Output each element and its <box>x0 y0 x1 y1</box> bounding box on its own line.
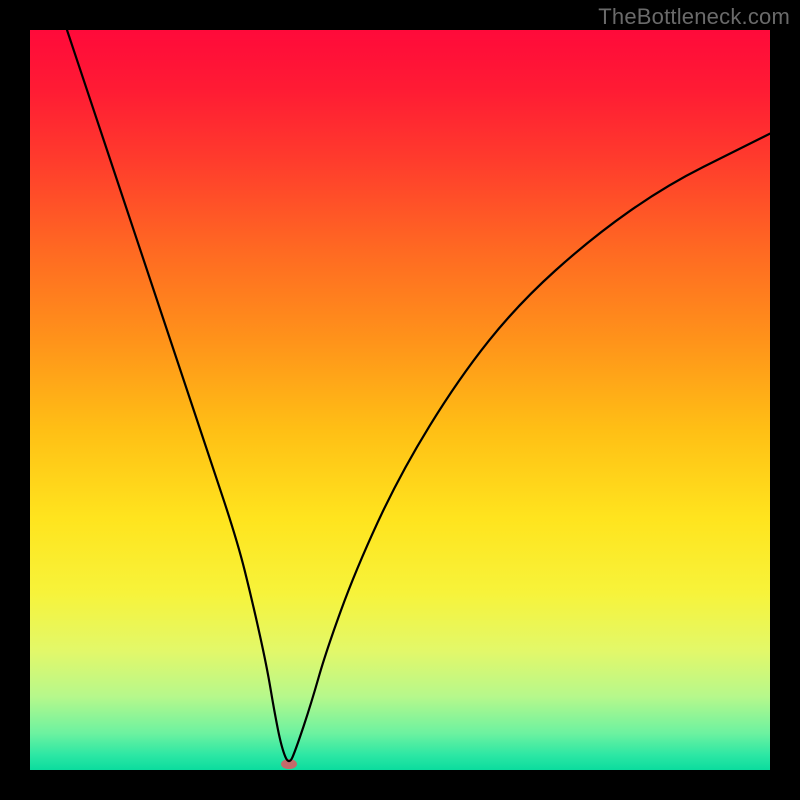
bottleneck-curve <box>67 30 770 761</box>
plot-area <box>30 30 770 770</box>
watermark-text: TheBottleneck.com <box>598 4 790 30</box>
chart-frame: TheBottleneck.com <box>0 0 800 800</box>
plot-svg <box>30 30 770 770</box>
